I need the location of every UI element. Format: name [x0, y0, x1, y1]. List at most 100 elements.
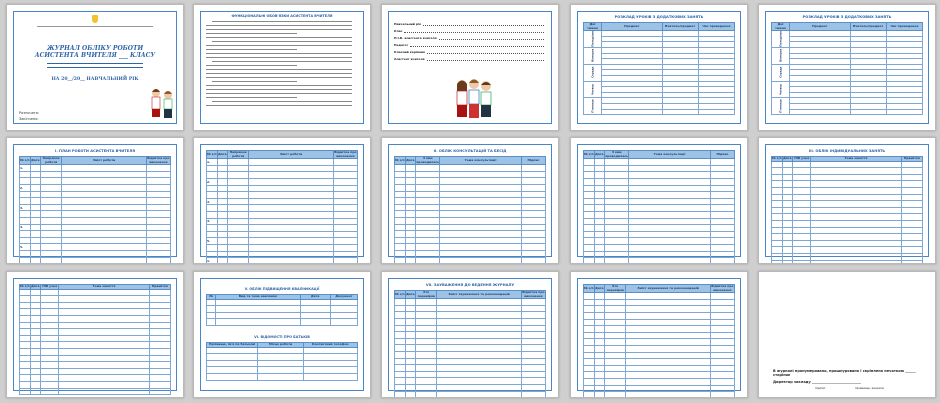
info-field[interactable]: Клас	[394, 26, 544, 33]
table-cell[interactable]	[215, 298, 301, 307]
table-cell[interactable]	[145, 230, 172, 238]
table-cell[interactable]	[248, 177, 334, 186]
table-cell[interactable]	[145, 210, 172, 218]
table-cell[interactable]	[29, 288, 42, 297]
table-cell[interactable]	[810, 180, 902, 188]
table-cell[interactable]	[593, 391, 606, 397]
table-cell[interactable]	[216, 164, 229, 173]
table-cell[interactable]	[792, 226, 812, 235]
table-cell[interactable]	[709, 351, 736, 360]
table-cell[interactable]	[19, 230, 31, 238]
table-cell[interactable]	[29, 380, 42, 389]
table-cell[interactable]	[415, 304, 438, 313]
table-cell[interactable]	[415, 216, 441, 225]
table-cell[interactable]	[604, 305, 627, 313]
table-cell[interactable]	[625, 318, 711, 327]
table-cell[interactable]	[604, 311, 627, 320]
table-cell[interactable]	[583, 391, 595, 397]
table-cell[interactable]	[29, 361, 42, 369]
table-cell[interactable]	[332, 217, 359, 226]
table-cell[interactable]	[593, 311, 606, 320]
table-cell[interactable]	[625, 298, 711, 307]
table-cell[interactable]	[415, 256, 441, 263]
table-cell[interactable]	[404, 170, 417, 179]
table-cell[interactable]	[583, 325, 595, 333]
table-cell[interactable]	[227, 164, 250, 173]
table-cell[interactable]	[302, 346, 359, 355]
table-cell[interactable]	[394, 344, 406, 352]
table-cell[interactable]	[604, 237, 630, 245]
table-cell[interactable]	[40, 183, 63, 192]
table-cell[interactable]	[40, 190, 63, 199]
table-cell[interactable]	[29, 170, 42, 179]
info-field[interactable]: Класний керівник	[394, 47, 544, 54]
table-cell[interactable]	[593, 331, 606, 340]
table-cell[interactable]	[58, 347, 150, 356]
table-cell[interactable]	[436, 311, 522, 319]
table-cell[interactable]	[394, 203, 406, 212]
table-cell[interactable]	[810, 186, 902, 195]
table-cell[interactable]	[61, 223, 147, 232]
table-cell[interactable]	[29, 295, 42, 303]
page-consult-1[interactable]: ІІ. ОБЛІК КОНСУЛЬТАЦІЙ ТА БЕСІД № з/п Дат…	[381, 137, 559, 264]
page-schedule-2[interactable]: РОЗКЛАД УРОКІВ З ДОДАТКОВИХ ЗАНЯТЬ Дні т…	[758, 4, 936, 131]
table-cell[interactable]	[40, 256, 63, 263]
table-cell[interactable]	[394, 183, 406, 192]
table-cell[interactable]	[789, 108, 851, 116]
table-cell[interactable]	[709, 371, 736, 379]
table-cell[interactable]	[900, 206, 924, 215]
table-cell[interactable]	[810, 173, 902, 182]
table-cell[interactable]	[583, 204, 595, 212]
table-cell[interactable]	[604, 377, 627, 386]
table-cell[interactable]	[40, 243, 63, 251]
page-cover[interactable]: ЖУРНАЛ ОБЛІКУ РОБОТИ АСИСТЕНТА ВЧИТЕЛЯ _…	[6, 4, 184, 131]
table-cell[interactable]	[58, 354, 150, 363]
table-cell[interactable]	[394, 364, 406, 372]
table-cell[interactable]	[583, 311, 595, 320]
table-cell[interactable]	[61, 210, 147, 218]
table-cell[interactable]	[439, 223, 522, 232]
table-cell[interactable]	[299, 311, 331, 320]
table-cell[interactable]	[439, 210, 522, 218]
table-cell[interactable]	[709, 292, 736, 300]
table-cell[interactable]	[520, 197, 547, 205]
page-final[interactable]: В журналі пронумеровано, прошнуровано і …	[758, 271, 936, 398]
table-cell[interactable]	[583, 305, 595, 313]
table-cell[interactable]	[593, 384, 606, 393]
table-cell[interactable]	[299, 298, 331, 307]
table-cell[interactable]	[709, 325, 736, 333]
table-cell[interactable]	[29, 328, 42, 336]
table-cell[interactable]	[394, 164, 406, 172]
table-cell[interactable]	[404, 230, 417, 238]
table-cell[interactable]	[439, 249, 522, 258]
table-cell[interactable]	[394, 197, 406, 205]
table-cell[interactable]	[583, 197, 595, 206]
table-cell[interactable]	[415, 337, 438, 346]
table-cell[interactable]	[583, 257, 595, 263]
page-plan-2[interactable]: № з/п Дата Напрямок роботи Зміст роботи Відм…	[193, 137, 371, 264]
table-cell[interactable]	[415, 203, 441, 212]
table-cell[interactable]	[604, 197, 630, 206]
info-field[interactable]: П.І.Б. асистента вчителя	[394, 33, 544, 40]
table-cell[interactable]: 1.	[206, 257, 218, 263]
table-cell[interactable]	[415, 236, 441, 245]
table-cell[interactable]	[404, 183, 417, 192]
table-cell[interactable]	[520, 177, 547, 185]
table-cell[interactable]	[257, 353, 304, 361]
table-cell[interactable]	[40, 361, 60, 369]
table-cell[interactable]	[604, 250, 630, 259]
table-cell[interactable]	[394, 177, 406, 185]
table-cell[interactable]	[58, 374, 150, 382]
table-cell[interactable]	[583, 338, 595, 346]
table-cell[interactable]	[61, 236, 147, 245]
table-cell[interactable]	[792, 173, 812, 182]
page-individual-1[interactable]: ІІІ. ОБЛІК ІНДИВІДУАЛЬНИХ ЗАНЯТЬ № з/п Да…	[758, 137, 936, 264]
table-cell[interactable]	[29, 197, 42, 205]
table-cell[interactable]	[771, 173, 783, 182]
table-cell[interactable]	[19, 354, 31, 363]
table-cell[interactable]	[394, 243, 406, 251]
table-cell[interactable]	[625, 305, 711, 313]
table-cell[interactable]	[709, 377, 736, 386]
table-cell[interactable]	[583, 384, 595, 393]
table-cell[interactable]	[792, 213, 812, 221]
